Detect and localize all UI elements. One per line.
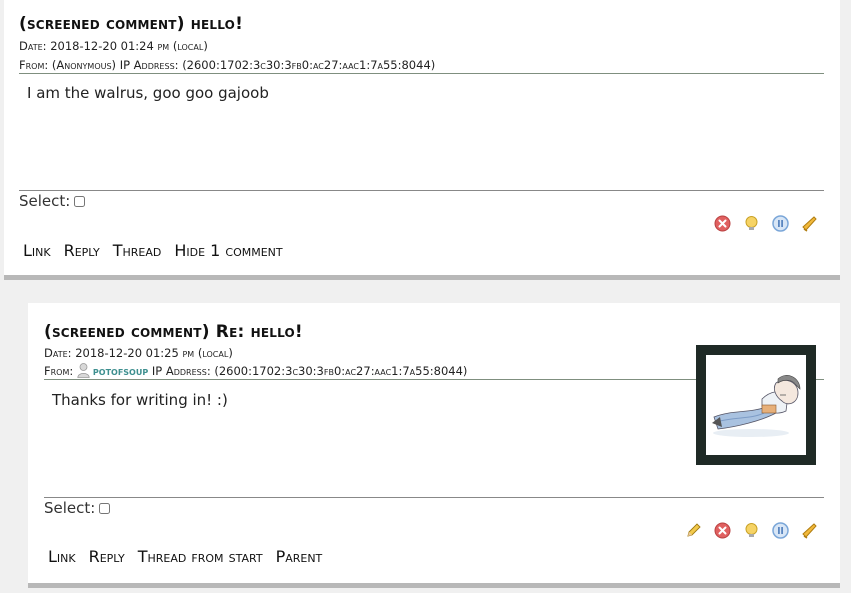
link-link[interactable]: Link [48,547,76,566]
pause-icon[interactable] [772,522,789,539]
comment-subject: (screened comment) hello! [19,14,244,34]
ip-value: (2600:1702:3c30:3fb0:ac27:aac1:7a55:8044… [214,364,468,378]
comment-date: Date: 2018-12-20 01:24 pm (local) [19,39,208,53]
date-label: Date: [44,346,72,360]
select-row: Select: [44,499,111,517]
select-label: Select: [19,192,71,210]
comment-2: (screened comment) Re: hello! Date: 2018… [28,303,840,588]
select-row: Select: [19,192,86,210]
delete-icon[interactable] [714,215,731,232]
thread-from-start-link[interactable]: Thread from start [138,547,263,566]
pencil-icon[interactable] [685,522,702,539]
divider [19,190,824,191]
select-checkbox[interactable] [99,503,111,514]
ip-value: (2600:1702:3c30:3fb0:ac27:aac1:7a55:8044… [182,58,436,72]
from-label: From: [19,58,49,72]
delete-icon[interactable] [714,522,731,539]
lightbulb-icon[interactable] [743,215,760,232]
date-value: 2018-12-20 01:24 pm (local) [50,39,208,53]
comment-body: Thanks for writing in! :) [52,391,228,409]
bell-icon[interactable] [801,215,818,232]
comment-links: Link Reply Thread from start Parent [48,547,322,566]
date-label: Date: [19,39,47,53]
ip-label: IP Address: [119,58,179,72]
date-value: 2018-12-20 01:25 pm (local) [75,346,233,360]
reply-link[interactable]: Reply [64,241,100,260]
reply-link[interactable]: Reply [89,547,125,566]
select-label: Select: [44,499,96,517]
pause-icon[interactable] [772,215,789,232]
from-label: From: [44,364,74,378]
lightbulb-icon[interactable] [743,522,760,539]
comment-actions [685,522,818,539]
divider [44,497,824,498]
parent-link[interactable]: Parent [276,547,323,566]
comment-links: Link Reply Thread Hide 1 comment [23,241,283,260]
thread-link[interactable]: Thread [113,241,162,260]
from-value: (Anonymous) [51,58,117,72]
comment-body: I am the walrus, goo goo gajoob [27,84,269,102]
link-link[interactable]: Link [23,241,51,260]
bell-icon[interactable] [801,522,818,539]
hide-comments-link[interactable]: Hide 1 comment [174,241,282,260]
userpic-illustration [712,375,801,437]
ip-label: IP Address: [151,364,211,378]
select-checkbox[interactable] [74,196,86,207]
comment-actions [714,215,818,232]
user-icon [77,363,90,378]
username-link[interactable]: potofsoup [93,365,148,378]
userpic[interactable] [696,345,816,465]
comment-subject: (screened comment) Re: hello! [44,322,303,342]
comment-from: From: (Anonymous) IP Address: (2600:1702… [19,58,824,74]
comment-1: (screened comment) hello! Date: 2018-12-… [4,0,840,280]
comment-date: Date: 2018-12-20 01:25 pm (local) [44,346,233,360]
